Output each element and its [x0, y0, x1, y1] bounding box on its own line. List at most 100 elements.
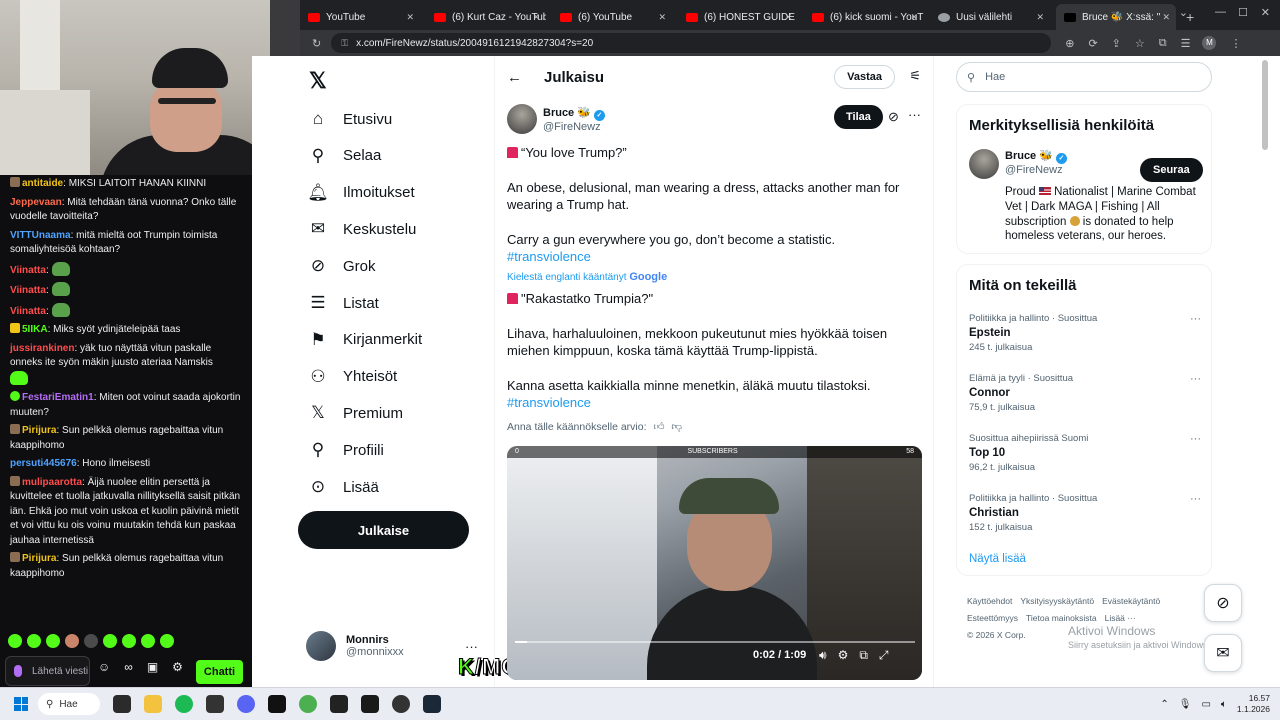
settings-icon[interactable]: ⚙: [838, 648, 849, 663]
footer-link[interactable]: Evästekäytäntö: [1102, 596, 1160, 606]
zoom-icon[interactable]: ⊕: [1065, 37, 1074, 50]
bookmark-star-icon[interactable]: ☆: [1135, 37, 1145, 50]
show-more-link[interactable]: Näytä lisää: [969, 553, 1026, 565]
chat-username[interactable]: VITTUnaama: [10, 230, 71, 241]
close-tab-icon[interactable]: ✕: [1036, 12, 1044, 23]
nav-item-premium[interactable]: 𝕏 Premium: [307, 398, 403, 428]
thumbs-down-icon[interactable]: 👎︎: [671, 421, 682, 433]
store-icon[interactable]: ▣: [147, 660, 158, 674]
trend-item[interactable]: Suosittua aihepiirissä Suomi Top 10 96,2 t…: [969, 433, 1201, 473]
chat-username[interactable]: persuti445676: [10, 458, 77, 469]
follow-button[interactable]: Seuraa: [1140, 158, 1203, 182]
nav-item-grok[interactable]: ⊘ Grok: [307, 251, 376, 281]
emote-icon[interactable]: [103, 634, 117, 648]
footer-link[interactable]: Yksityisyyskäytäntö: [1020, 596, 1094, 606]
thumbs-up-icon[interactable]: 👍︎: [653, 421, 664, 433]
chat-send-button[interactable]: Chatti: [196, 660, 243, 684]
browser-tab[interactable]: Bruce 🐝 X:ssä: " ✕: [1056, 4, 1176, 30]
reply-button[interactable]: Vastaa: [834, 65, 895, 89]
more-icon[interactable]: ···: [1190, 313, 1201, 325]
x-app-icon[interactable]: [268, 695, 286, 713]
footer-link[interactable]: © 2026 X Corp.: [967, 630, 1026, 640]
chat-username[interactable]: Pirijura: [22, 553, 56, 564]
chat-username[interactable]: FestariEmatin1: [22, 392, 94, 403]
nav-item-yhteisöt[interactable]: ⚇ Yhteisöt: [307, 362, 397, 392]
x-logo-icon[interactable]: 𝕏: [309, 68, 327, 94]
microphone-icon[interactable]: [14, 665, 22, 677]
emote-icon[interactable]: [65, 634, 79, 648]
emote-icon[interactable]: [46, 634, 60, 648]
close-tab-icon[interactable]: ✕: [784, 12, 792, 23]
emote-icon[interactable]: [84, 634, 98, 648]
video-progress-bar[interactable]: [515, 641, 915, 643]
post-button[interactable]: Julkaise: [298, 511, 469, 549]
footer-link[interactable]: Käyttöehdot: [967, 596, 1012, 606]
extensions-icon[interactable]: ⧉: [1159, 37, 1167, 50]
fullscreen-icon[interactable]: ⤢: [879, 648, 889, 663]
close-tab-icon[interactable]: ✕: [658, 12, 666, 23]
chat-username[interactable]: Jeppevaan: [10, 197, 62, 208]
share-icon[interactable]: ⇪: [1112, 37, 1121, 50]
discord-icon[interactable]: [237, 695, 255, 713]
chevron-up-icon[interactable]: ⌃: [1160, 699, 1168, 710]
grok-fab-icon[interactable]: ⊘: [1204, 584, 1242, 622]
browser-tab[interactable]: (6) HONEST GUIDE - ✕: [678, 4, 798, 30]
emote-icon[interactable]: [8, 634, 22, 648]
video-player[interactable]: 0 SUBSCRIBERS 58 0:02 / 1:09 🔊︎ ⚙ ⧉ ⤢: [507, 446, 922, 680]
picture-in-picture-icon[interactable]: ⧉: [859, 648, 868, 663]
browser-tab[interactable]: (6) Kurt Caz - YouTub ✕: [426, 4, 546, 30]
trend-item[interactable]: Politiikka ja hallinto · Suosittua Christ…: [969, 493, 1201, 533]
search-input[interactable]: ⚲ Hae: [956, 62, 1212, 92]
file-explorer-icon[interactable]: [144, 695, 162, 713]
nav-item-listat[interactable]: ☰ Listat: [307, 288, 378, 318]
close-tab-icon[interactable]: ✕: [1162, 12, 1170, 23]
close-tab-icon[interactable]: ✕: [910, 12, 918, 23]
emote-icon[interactable]: [160, 634, 174, 648]
chat-username[interactable]: Viinatta: [10, 265, 46, 276]
emote-icon[interactable]: [141, 634, 155, 648]
chat-username[interactable]: antitaide: [22, 178, 63, 189]
footer-link[interactable]: Tietoa mainoksista: [1026, 613, 1097, 623]
steam-icon[interactable]: [423, 695, 441, 713]
back-arrow-icon[interactable]: ←: [507, 69, 522, 86]
translate-icon[interactable]: ⟳: [1088, 37, 1097, 50]
browser-tab[interactable]: YouTube ✕: [300, 4, 420, 30]
chat-input[interactable]: Lähetä viesti: [5, 656, 90, 686]
chat-username[interactable]: Viinatta: [10, 285, 46, 296]
side-panel-icon[interactable]: ☰: [1181, 37, 1191, 50]
chat-username[interactable]: Pirijura: [22, 425, 56, 436]
nav-item-etusivu[interactable]: ⌂ Etusivu: [307, 104, 392, 134]
taskbar-search[interactable]: ⚲ Hae: [38, 693, 100, 715]
nav-item-ilmoitukset[interactable]: 🔔︎ Ilmoitukset: [307, 178, 415, 208]
app-icon[interactable]: [206, 695, 224, 713]
more-icon[interactable]: ···: [1190, 493, 1201, 505]
messages-fab-icon[interactable]: ✉: [1204, 634, 1242, 672]
maximize-icon[interactable]: ☐: [1238, 6, 1248, 19]
site-info-icon[interactable]: ⚿: [341, 38, 348, 49]
nav-item-keskustelu[interactable]: ✉ Keskustelu: [307, 214, 417, 244]
task-view-icon[interactable]: [113, 695, 131, 713]
grok-icon[interactable]: ⊘: [888, 109, 899, 125]
profile-avatar[interactable]: M: [1202, 36, 1217, 50]
hashtag-link[interactable]: #transviolence: [507, 394, 917, 412]
reload-icon[interactable]: ↻: [312, 37, 321, 50]
post-author[interactable]: Bruce 🐝 ✓ @FireNewz: [507, 104, 605, 134]
mic-tray-icon[interactable]: 🎙︎: [1179, 699, 1192, 710]
subscribe-button[interactable]: Tilaa: [834, 105, 883, 129]
footer-link[interactable]: Lisää ···: [1105, 613, 1136, 623]
account-switcher[interactable]: Monnirs @monnixxx: [306, 631, 404, 661]
minimize-icon[interactable]: —: [1215, 6, 1226, 18]
more-icon[interactable]: ···: [1190, 433, 1201, 445]
filter-icon[interactable]: ⚟: [909, 68, 921, 84]
tab-search-icon[interactable]: ⌄: [1179, 6, 1188, 19]
clock[interactable]: 16.57 1.1.2026: [1237, 693, 1270, 715]
trend-item[interactable]: Elämä ja tyyli · Suosittua Connor 75,9 t. …: [969, 373, 1201, 413]
chat-username[interactable]: 5IIKA: [22, 324, 48, 335]
nav-item-lisää[interactable]: ⊙ Lisää: [307, 472, 379, 502]
emote-icon[interactable]: [122, 634, 136, 648]
close-tab-icon[interactable]: ✕: [532, 12, 540, 23]
chat-username[interactable]: jussirankinen: [10, 343, 74, 354]
app-icon[interactable]: [330, 695, 348, 713]
chat-username[interactable]: mulipaarotta: [22, 477, 82, 488]
chrome-icon[interactable]: [299, 695, 317, 713]
